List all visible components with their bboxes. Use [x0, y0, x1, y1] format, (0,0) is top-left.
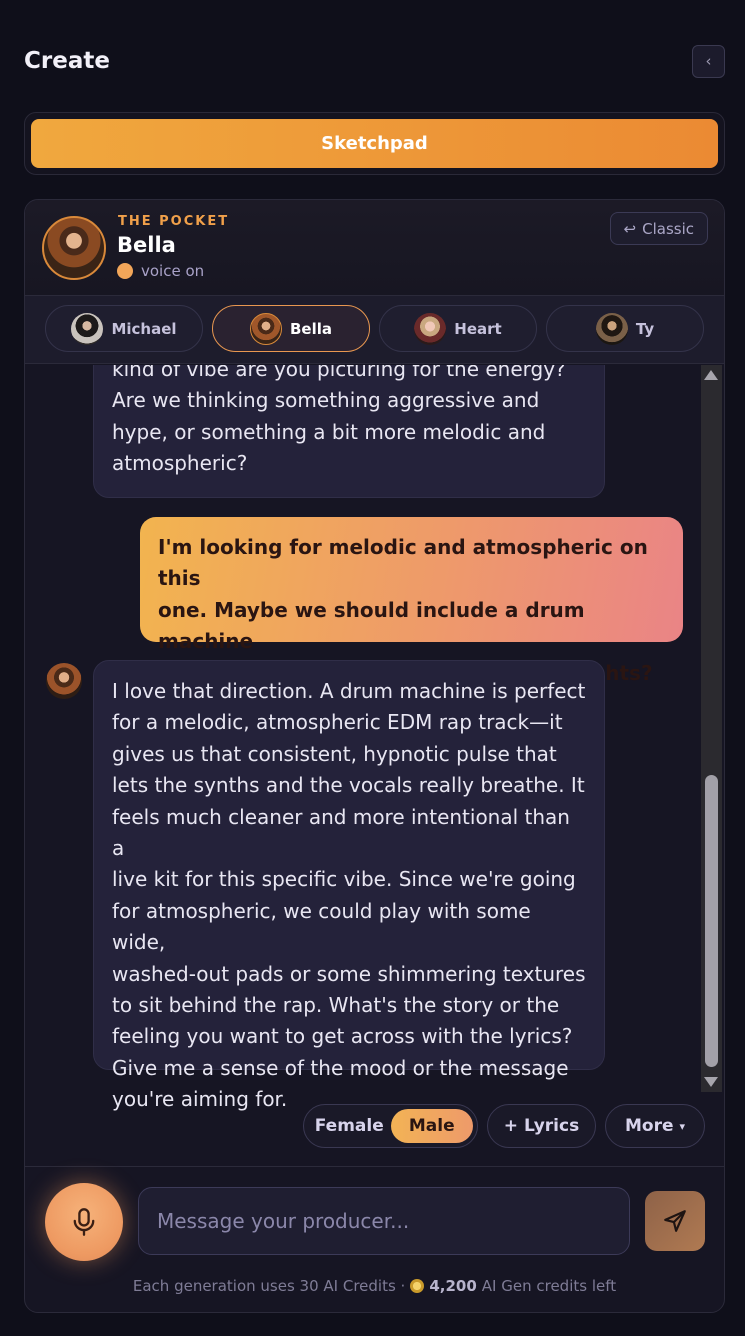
- tab-bella[interactable]: Bella: [212, 305, 370, 352]
- tab-label: Michael: [111, 319, 177, 338]
- tab-label: Bella: [289, 319, 332, 338]
- credits-count: 4,200: [429, 1277, 477, 1295]
- voice-status-label: voice on: [141, 262, 205, 280]
- message-text: kind of vibe are you picturing for the e…: [112, 365, 566, 476]
- tab-heart[interactable]: Heart: [379, 305, 537, 352]
- caret-down-icon: ▾: [679, 1119, 686, 1133]
- tab-label: Ty: [635, 319, 655, 338]
- producer-avatar: [42, 216, 106, 280]
- voice-option-female[interactable]: Female: [308, 1109, 391, 1143]
- sketchpad-button[interactable]: Sketchpad: [31, 119, 718, 168]
- more-button[interactable]: More ▾: [605, 1104, 705, 1148]
- composer: Each generation uses 30 AI Credits · 4,2…: [25, 1166, 724, 1312]
- user-message: I'm looking for melodic and atmospheric …: [140, 517, 683, 685]
- record-voice-button[interactable]: [45, 1183, 123, 1261]
- tab-label: Heart: [454, 319, 502, 338]
- tab-ty[interactable]: Ty: [546, 305, 704, 352]
- coin-icon: [410, 1279, 425, 1293]
- producer-tabs: Michael Bella Heart Ty: [25, 296, 724, 364]
- credits-prefix: Each generation uses 30 AI Credits ·: [132, 1277, 406, 1295]
- voice-gender-toggle: Female Male: [303, 1104, 478, 1148]
- message-scrollbar[interactable]: [701, 365, 722, 1092]
- top-header: Create ‹: [24, 44, 725, 78]
- send-button[interactable]: [645, 1191, 705, 1251]
- credits-info: Each generation uses 30 AI Credits · 4,2…: [25, 1277, 724, 1295]
- heart-avatar: [414, 312, 447, 345]
- michael-avatar: [71, 312, 104, 345]
- microphone-icon: [73, 1208, 95, 1236]
- bella-avatar: [249, 312, 282, 345]
- add-lyrics-button[interactable]: + Lyrics: [487, 1104, 596, 1148]
- classic-mode-label: Classic: [642, 219, 694, 238]
- classic-mode-button[interactable]: ↩ Classic: [609, 212, 708, 245]
- message-list[interactable]: kind of vibe are you picturing for the e…: [25, 365, 724, 1297]
- message-text: I love that direction. A drum machine is…: [112, 679, 586, 1112]
- voice-option-male[interactable]: Male: [390, 1109, 473, 1143]
- producer-eyebrow: THE POCKET: [118, 214, 230, 229]
- assistant-message: kind of vibe are you picturing for the e…: [93, 365, 605, 498]
- chat-panel: THE POCKET Bella voice on ↩ Classic Mich…: [24, 199, 725, 1313]
- assistant-message: I love that direction. A drum machine is…: [93, 660, 605, 1111]
- scroll-thumb[interactable]: [705, 775, 718, 1067]
- scroll-up-arrow-icon[interactable]: [704, 370, 718, 380]
- message-input[interactable]: [138, 1187, 630, 1255]
- producer-name: Bella: [117, 233, 176, 257]
- credits-suffix: AI Gen credits left: [481, 1277, 617, 1295]
- voice-status-dot-icon: [117, 263, 133, 279]
- bella-message-avatar: [46, 663, 82, 699]
- producer-header: THE POCKET Bella voice on ↩ Classic: [25, 200, 724, 296]
- chevron-left-icon: ‹: [705, 52, 712, 70]
- return-arrow-icon: ↩: [623, 219, 637, 238]
- collapse-panel-button[interactable]: ‹: [692, 44, 725, 78]
- plus-icon: +: [503, 1116, 519, 1136]
- ty-avatar: [595, 312, 628, 345]
- sketchpad-container: Sketchpad: [24, 112, 725, 175]
- generation-controls: Female Male + Lyrics More ▾: [25, 1104, 724, 1148]
- send-icon: [664, 1210, 686, 1232]
- tab-michael[interactable]: Michael: [45, 305, 203, 352]
- voice-status: voice on: [117, 262, 204, 280]
- lyrics-label: Lyrics: [524, 1116, 580, 1136]
- scroll-down-arrow-icon[interactable]: [704, 1077, 718, 1087]
- page-title: Create: [24, 48, 110, 74]
- more-label: More: [624, 1116, 674, 1136]
